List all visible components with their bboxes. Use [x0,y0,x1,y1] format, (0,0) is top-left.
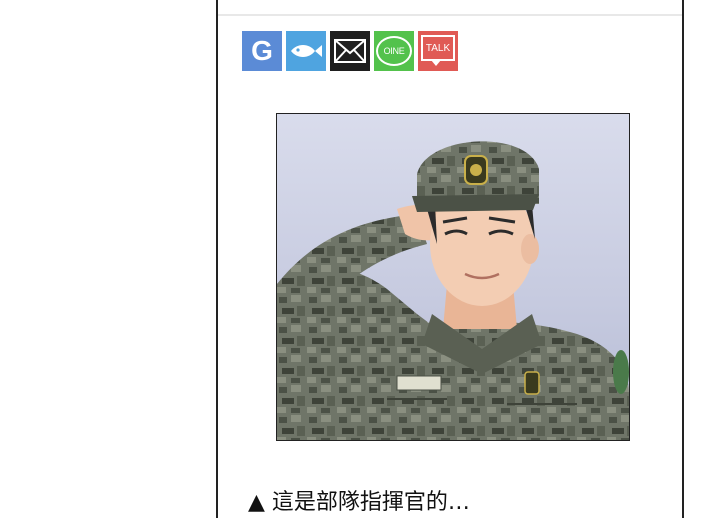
fish-icon [291,45,322,57]
google-icon: G [251,35,273,66]
share-google-button[interactable]: G [242,31,282,71]
soldier-illustration [277,141,629,440]
comic-image [276,113,630,441]
mail-icon [334,39,366,63]
share-email-button[interactable] [330,31,370,71]
article-panel: G OINE TALK ▲ 這是部隊指揮官的… [216,0,684,518]
article-caption: ▲ 這是部隊指揮官的… [248,490,470,515]
divider [218,14,682,16]
share-fish-button[interactable] [286,31,326,71]
share-line-button[interactable]: OINE [374,31,414,71]
line-icon: OINE [376,36,412,66]
share-kakaotalk-button[interactable]: TALK [418,31,458,71]
kakaotalk-icon: TALK [421,35,455,66]
share-bar: G OINE TALK [242,31,458,71]
